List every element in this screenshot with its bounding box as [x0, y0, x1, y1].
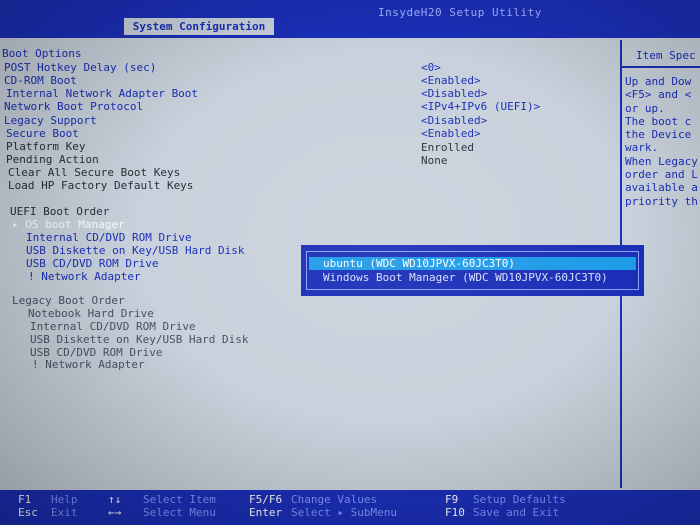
uefi-item-os-boot-manager[interactable]: ▸ OS boot Manager	[12, 218, 125, 231]
value-legacy-support[interactable]: <Disabled>	[421, 114, 487, 127]
key-desc-exit: Exit	[51, 506, 78, 519]
help-line: the Device	[625, 128, 692, 142]
setting-network-boot-protocol[interactable]: Network Boot Protocol	[4, 100, 143, 113]
legacy-item-network-adapter: ! Network Adapter	[32, 358, 145, 371]
legacy-item-usb-diskette: USB Diskette on Key/USB Hard Disk	[30, 333, 249, 346]
key-desc-change-values: Change Values	[291, 493, 378, 506]
setting-secure-boot[interactable]: Secure Boot	[6, 127, 79, 140]
key-enter: Enter	[249, 506, 283, 519]
key-desc-setup-defaults: Setup Defaults	[473, 493, 566, 506]
key-desc-save-and-exit: Save and Exit	[473, 506, 560, 519]
key-f1: F1	[18, 493, 32, 506]
value-cdrom-boot[interactable]: <Enabled>	[421, 74, 481, 87]
setting-pending-action: Pending Action	[6, 153, 99, 166]
value-internal-network-adapter-boot[interactable]: <Disabled>	[421, 87, 487, 100]
setting-internal-network-adapter-boot[interactable]: Internal Network Adapter Boot	[6, 87, 198, 100]
left-right-arrows-icon: ←→	[108, 506, 122, 519]
key-desc-select-menu: Select Menu	[143, 506, 216, 519]
uefi-item-internal-cd-dvd[interactable]: Internal CD/DVD ROM Drive	[26, 231, 192, 244]
key-f5-f6: F5/F6	[249, 493, 283, 506]
setting-legacy-support[interactable]: Legacy Support	[4, 114, 97, 127]
key-esc: Esc	[18, 506, 38, 519]
key-desc-select-submenu: Select ▸ SubMenu	[291, 506, 397, 519]
uefi-item-usb-diskette[interactable]: USB Diskette on Key/USB Hard Disk	[26, 244, 245, 257]
tab-system-configuration[interactable]: System Configuration	[124, 18, 274, 35]
popup-option-windows-boot-manager[interactable]: Windows Boot Manager (WDC WD10JPVX-60JC3…	[309, 271, 636, 284]
help-line: or up.	[625, 101, 665, 115]
legacy-item-notebook-hard-drive: Notebook Hard Drive	[28, 307, 154, 320]
help-line: Up and Dow	[625, 75, 692, 88]
setting-post-hotkey-delay[interactable]: POST Hotkey Delay (sec)	[4, 61, 156, 74]
setting-clear-all-secure-boot-keys[interactable]: Clear All Secure Boot Keys	[8, 166, 180, 179]
value-platform-key: Enrolled	[421, 141, 474, 154]
help-line: wark.	[625, 141, 659, 155]
value-pending-action: None	[421, 154, 448, 167]
help-line: The boot c	[625, 114, 692, 128]
value-network-boot-protocol[interactable]: <IPv4+IPv6 (UEFI)>	[421, 100, 540, 113]
help-line: <F5> and <	[625, 88, 692, 102]
setting-cdrom-boot[interactable]: CD-ROM Boot	[4, 74, 77, 87]
up-down-arrows-icon: ↑↓	[108, 493, 122, 506]
help-text: Up and Dow <F5> and < or up. The boot c …	[625, 75, 698, 208]
key-desc-select-item: Select Item	[143, 493, 216, 506]
help-title: Item Spec	[636, 49, 696, 62]
legacy-boot-order-heading: Legacy Boot Order	[12, 294, 125, 307]
uefi-boot-order-heading: UEFI Boot Order	[10, 205, 110, 218]
bios-screen: InsydeH20 Setup Utility System Configura…	[0, 0, 700, 525]
key-f10: F10	[445, 506, 465, 519]
value-post-hotkey-delay[interactable]: <0>	[421, 61, 441, 74]
title-bar	[0, 0, 700, 18]
uefi-item-network-adapter[interactable]: ! Network Adapter	[28, 270, 141, 283]
setting-platform-key: Platform Key	[6, 140, 86, 153]
tab-bar	[0, 18, 700, 38]
boot-options-heading: Boot Options	[2, 47, 82, 60]
help-line: available a	[625, 181, 698, 195]
legacy-item-internal-cd-dvd: Internal CD/DVD ROM Drive	[30, 320, 196, 333]
help-line: When Legacy	[625, 154, 698, 168]
key-desc-help: Help	[51, 493, 78, 506]
uefi-item-usb-cd-dvd[interactable]: USB CD/DVD ROM Drive	[26, 257, 158, 270]
help-line: order and L	[625, 168, 698, 182]
setting-load-hp-factory-default-keys[interactable]: Load HP Factory Default Keys	[8, 179, 193, 192]
value-secure-boot[interactable]: <Enabled>	[421, 127, 481, 140]
popup-option-ubuntu[interactable]: ubuntu (WDC WD10JPVX-60JC3T0)	[309, 257, 636, 270]
help-line: priority th	[625, 194, 698, 208]
key-f9: F9	[445, 493, 459, 506]
